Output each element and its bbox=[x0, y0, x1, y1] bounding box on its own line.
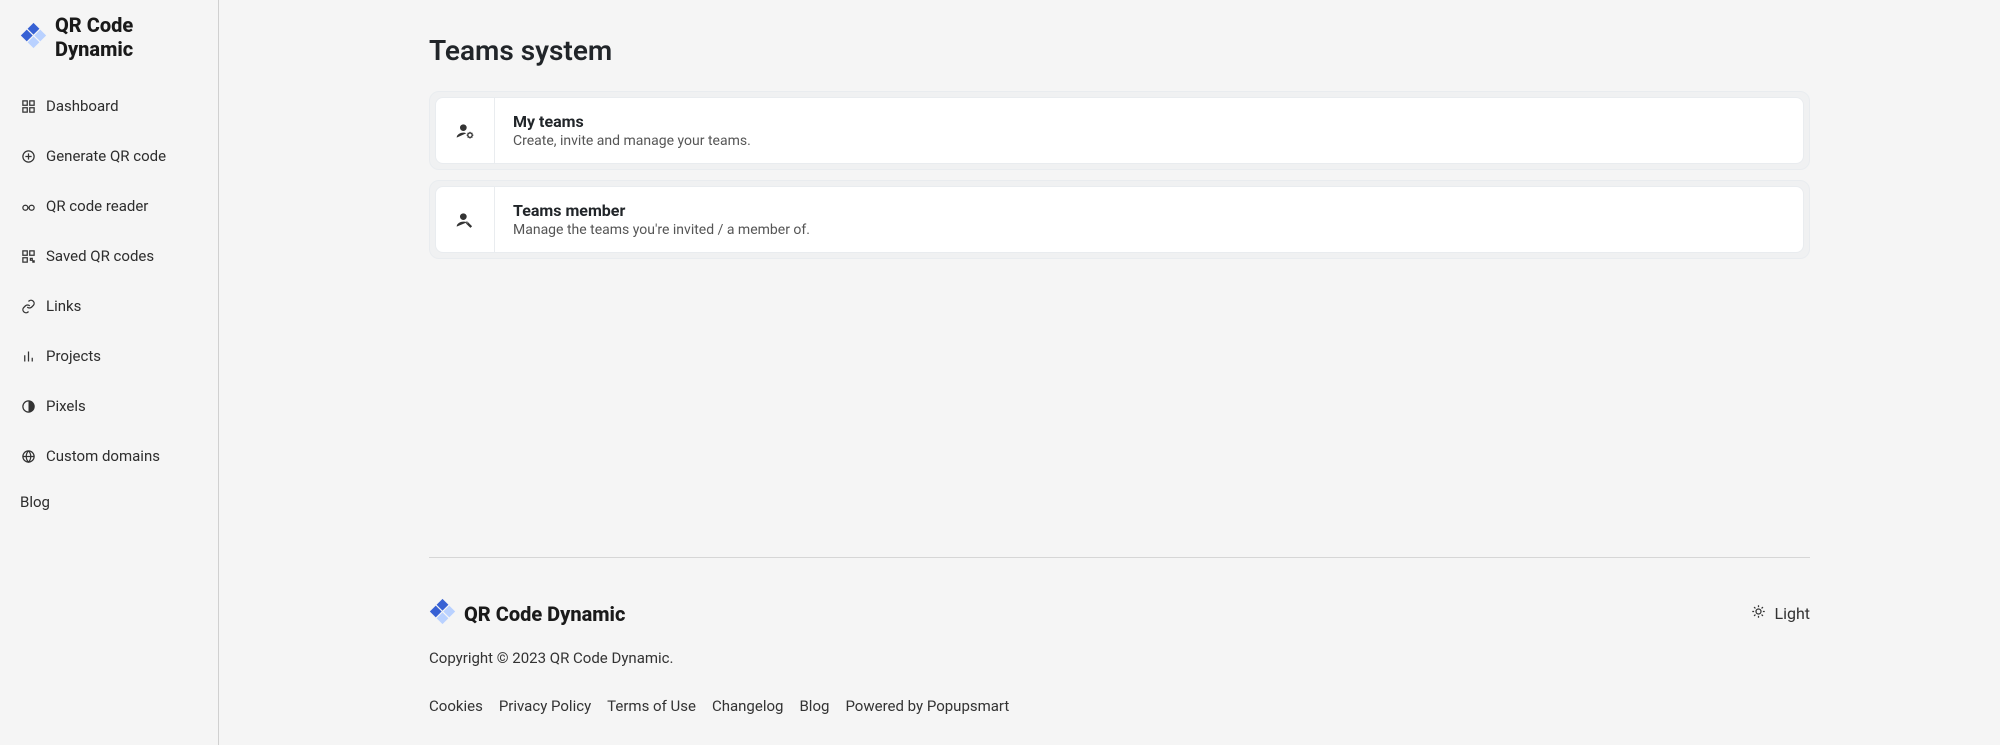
cards-container-1: My teams Create, invite and manage your … bbox=[429, 91, 1810, 170]
sidebar-item-custom-domains[interactable]: Custom domains bbox=[0, 431, 218, 481]
qrcode-icon bbox=[20, 248, 36, 264]
sun-icon bbox=[1751, 604, 1766, 623]
globe-icon bbox=[20, 448, 36, 464]
sidebar-item-blog[interactable]: Blog bbox=[0, 481, 218, 511]
nav: Dashboard Generate QR code QR code reade… bbox=[0, 81, 218, 511]
sidebar-item-qr-reader[interactable]: QR code reader bbox=[0, 181, 218, 231]
main-content: Teams system My teams Create, invite and… bbox=[219, 0, 2000, 745]
footer-logo-text: QR Code Dynamic bbox=[464, 602, 625, 626]
footer-link-powered[interactable]: Powered by Popupsmart bbox=[845, 697, 1009, 715]
card-title: Teams member bbox=[513, 201, 810, 220]
sidebar-item-pixels[interactable]: Pixels bbox=[0, 381, 218, 431]
plus-circle-icon bbox=[20, 148, 36, 164]
logo-icon bbox=[429, 598, 456, 629]
footer-divider bbox=[429, 557, 1810, 558]
theme-label: Light bbox=[1774, 604, 1810, 623]
sidebar-item-label: Generate QR code bbox=[46, 147, 166, 165]
footer-links: Cookies Privacy Policy Terms of Use Chan… bbox=[429, 697, 1810, 715]
footer-link-blog[interactable]: Blog bbox=[799, 697, 829, 715]
page-title: Teams system bbox=[429, 34, 1810, 67]
card-body: My teams Create, invite and manage your … bbox=[495, 98, 769, 163]
chart-icon bbox=[20, 348, 36, 364]
footer-top: QR Code Dynamic Light bbox=[429, 598, 1810, 629]
logo-icon bbox=[20, 22, 47, 53]
logo-text: QR Code Dynamic bbox=[55, 13, 198, 61]
sidebar-item-saved-qr[interactable]: Saved QR codes bbox=[0, 231, 218, 281]
card-teams-member[interactable]: Teams member Manage the teams you're inv… bbox=[435, 186, 1804, 253]
sidebar-item-generate-qr[interactable]: Generate QR code bbox=[0, 131, 218, 181]
card-desc: Manage the teams you're invited / a memb… bbox=[513, 222, 810, 238]
cards-container-2: Teams member Manage the teams you're inv… bbox=[429, 180, 1810, 259]
footer-link-cookies[interactable]: Cookies bbox=[429, 697, 483, 715]
footer: QR Code Dynamic Light Copyright © 2023 Q… bbox=[429, 457, 1810, 715]
sidebar-item-label: Dashboard bbox=[46, 97, 119, 115]
footer-link-changelog[interactable]: Changelog bbox=[712, 697, 783, 715]
sidebar-item-dashboard[interactable]: Dashboard bbox=[0, 81, 218, 131]
footer-link-privacy[interactable]: Privacy Policy bbox=[499, 697, 591, 715]
footer-logo[interactable]: QR Code Dynamic bbox=[429, 598, 625, 629]
sidebar: QR Code Dynamic Dashboard Generate QR co… bbox=[0, 0, 219, 745]
sidebar-item-links[interactable]: Links bbox=[0, 281, 218, 331]
user-gear-icon bbox=[436, 98, 495, 163]
sidebar-item-label: Saved QR codes bbox=[46, 247, 154, 265]
glasses-icon bbox=[20, 198, 36, 214]
card-my-teams[interactable]: My teams Create, invite and manage your … bbox=[435, 97, 1804, 164]
link-icon bbox=[20, 298, 36, 314]
sidebar-item-label: Pixels bbox=[46, 397, 86, 415]
footer-link-terms[interactable]: Terms of Use bbox=[607, 697, 696, 715]
sidebar-item-label: Links bbox=[46, 297, 81, 315]
user-tag-icon bbox=[436, 187, 495, 252]
theme-switch[interactable]: Light bbox=[1751, 604, 1810, 623]
adjust-icon bbox=[20, 398, 36, 414]
sidebar-item-projects[interactable]: Projects bbox=[0, 331, 218, 381]
sidebar-item-label: Blog bbox=[20, 493, 50, 511]
copyright: Copyright © 2023 QR Code Dynamic. bbox=[429, 649, 1810, 667]
card-title: My teams bbox=[513, 112, 751, 131]
sidebar-item-label: QR code reader bbox=[46, 197, 148, 215]
sidebar-item-label: Custom domains bbox=[46, 447, 160, 465]
card-desc: Create, invite and manage your teams. bbox=[513, 133, 751, 149]
sidebar-item-label: Projects bbox=[46, 347, 101, 365]
grid-icon bbox=[20, 98, 36, 114]
logo[interactable]: QR Code Dynamic bbox=[0, 13, 218, 81]
card-body: Teams member Manage the teams you're inv… bbox=[495, 187, 828, 252]
